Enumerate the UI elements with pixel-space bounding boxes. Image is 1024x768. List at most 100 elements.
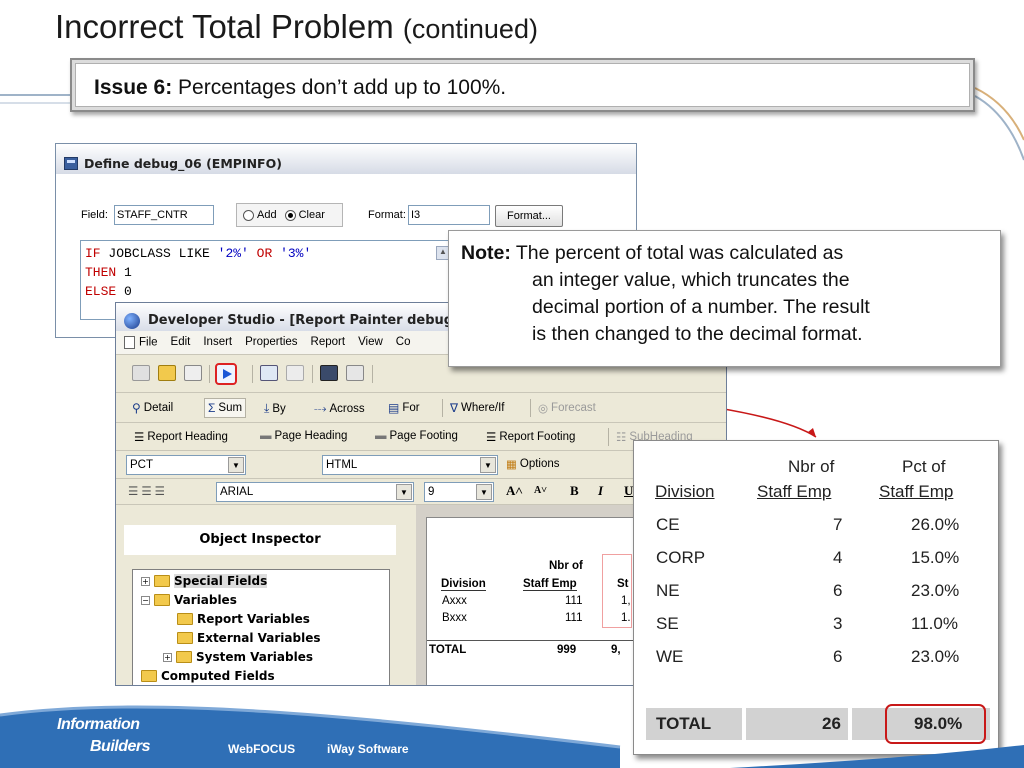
field-name-input[interactable]: STAFF_CNTR [114,205,214,225]
menu-insert[interactable]: Insert [203,336,232,354]
tree-label: Variables [174,593,237,607]
report-row-division: NE [656,581,680,600]
tree-item-report-variables[interactable]: Report Variables [177,612,310,626]
code-keyword-then: THEN [85,265,117,280]
by-label: By [272,402,286,415]
copy-icon[interactable] [346,365,364,381]
report-row-division: CE [656,515,680,534]
align-center-icon: ☰ [141,486,152,498]
forecast-icon: ◎ [538,403,549,415]
page-heading-icon: ▬ [260,430,272,442]
join-icon[interactable] [286,365,304,381]
for-label: For [402,402,420,414]
tree-item-external-variables[interactable]: External Variables [177,631,321,645]
menu-file[interactable]: File [124,336,158,354]
expand-plus-icon[interactable]: + [141,576,150,586]
by-button[interactable]: ⤓ By [264,401,286,416]
footer-band [0,705,1024,768]
tree-item-special-fields[interactable]: + Special Fields [141,574,268,588]
report-footing-button[interactable]: ☰ Report Footing [486,430,575,444]
page-footing-button[interactable]: ▬ Page Footing [375,430,458,442]
toolbar-separator [312,365,313,383]
bold-button[interactable]: B [570,483,579,499]
report-row-division: SE [656,614,679,633]
report-row-pct: 26.0% [911,515,960,534]
font-combo[interactable]: ARIAL ▼ [216,482,414,502]
folder-icon [154,575,170,587]
dropdown-arrow-icon[interactable]: ▼ [476,484,492,500]
options-button[interactable]: ▦ Options [506,457,560,471]
menu-properties[interactable]: Properties [245,336,297,354]
decrease-font-icon[interactable]: A˅ [534,485,547,496]
for-button[interactable]: ▤ For [388,401,420,415]
report-row-division: WE [656,647,684,666]
report-header-nbr-2: Staff Emp [757,482,832,501]
painter-total-pct: 9, [611,644,621,656]
field-combo[interactable]: PCT ▼ [126,455,246,475]
report-row-pct: 11.0% [911,614,958,633]
painter-total-label: TOTAL [429,644,467,656]
field-list-icon[interactable] [260,365,278,381]
expand-plus-icon[interactable]: + [163,652,172,662]
for-icon: ▤ [388,401,400,415]
dropdown-arrow-icon[interactable]: ▼ [480,457,496,473]
dropdown-arrow-icon[interactable]: ▼ [228,457,244,473]
page-footing-icon: ▬ [375,430,387,442]
report-row-pct: 15.0% [911,548,960,567]
detail-button[interactable]: ⚲ Detail [132,401,173,415]
object-inspector-tree: + Special Fields − Variables Report Variab… [132,569,390,685]
where-if-label: Where/If [461,402,505,414]
define-window-titlebar[interactable]: Define debug_06 (EMPINFO) [56,144,636,174]
tree-item-variables[interactable]: − Variables [141,593,237,607]
document-icon [124,336,135,349]
align-icons[interactable]: ☰ ☰ ☰ [128,484,165,498]
folder-icon [154,594,170,606]
run-icon[interactable] [215,363,237,385]
toolbar-separator [608,428,609,446]
format-input[interactable]: I3 [408,205,490,225]
code-line-1: IF JOBCLASS LIKE '2%' OR '3%' [85,244,445,263]
edit-document-icon[interactable] [184,365,202,381]
field-label: Field: [81,209,108,221]
underline-button[interactable]: U [624,483,633,499]
format-button[interactable]: Format... [495,205,563,227]
add-clear-radio-group: Add Clear [236,203,343,227]
italic-button[interactable]: I [598,483,603,499]
code-text: JOBCLASS LIKE [100,246,218,261]
radio-add[interactable]: Add [243,209,277,221]
page-heading-button[interactable]: ▬ Page Heading [260,430,347,442]
tree-item-computed-fields[interactable]: Computed Fields [141,669,275,683]
collapse-minus-icon[interactable]: − [141,595,150,605]
tree-item-system-variables[interactable]: + System Variables [163,650,313,664]
radio-clear[interactable]: Clear [284,209,325,221]
code-string: '3%' [280,246,312,261]
slide-title: Incorrect Total Problem (continued) [55,8,538,46]
sum-label: Sum [218,402,243,414]
forecast-button[interactable]: ◎ Forecast [538,401,596,415]
menu-edit[interactable]: Edit [171,336,191,354]
menu-view[interactable]: View [358,336,383,354]
tree-label: Report Variables [197,612,310,626]
open-folder-icon[interactable] [158,365,176,381]
menu-report[interactable]: Report [311,336,346,354]
screen-icon[interactable] [320,365,338,381]
report-row-nbr: 6 [833,581,843,600]
new-report-icon[interactable] [132,365,150,381]
output-format-combo[interactable]: HTML ▼ [322,455,498,475]
menu-co[interactable]: Co [396,336,411,354]
font-size-combo[interactable]: 9 ▼ [424,482,494,502]
painter-row-nbr: 111 [565,595,583,607]
folder-icon [176,651,192,663]
note-label: Note: [461,242,511,264]
increase-font-icon[interactable]: A˄ [506,483,523,499]
report-heading-button[interactable]: ☰ Report Heading [134,430,228,444]
field-combo-value: PCT [130,459,153,471]
note-callout: Note: The percent of total was calculate… [448,230,1001,367]
across-button[interactable]: ⤏ Across [314,401,365,416]
slide-title-continued: (continued) [402,14,538,44]
where-if-button[interactable]: ∇ Where/If [450,401,505,415]
toolbar-separator [252,365,253,383]
define-calculator-icon [64,156,78,170]
dropdown-arrow-icon[interactable]: ▼ [396,484,412,500]
sum-button[interactable]: Σ Sum [204,398,247,418]
